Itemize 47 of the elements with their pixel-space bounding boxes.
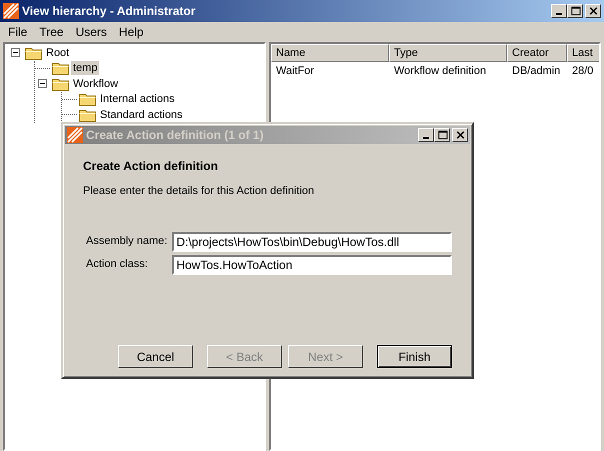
dialog-button[interactable]: Cancel	[118, 345, 193, 368]
field-label: Action class:	[85, 257, 149, 272]
minimize-button[interactable]	[418, 128, 434, 142]
column-header[interactable]: Last	[567, 44, 599, 62]
table-cell-text: 28/0	[571, 64, 594, 80]
dialog-button[interactable]: Finish	[377, 345, 452, 368]
collapse-toggle-icon[interactable]	[38, 79, 47, 88]
text-field[interactable]: HowTos.HowToAction	[172, 254, 452, 274]
collapse-toggle-icon[interactable]	[11, 48, 20, 58]
minimize-button[interactable]	[551, 4, 567, 18]
column-header[interactable]: Creator	[507, 44, 567, 62]
close-button[interactable]	[452, 128, 468, 142]
menu-item[interactable]: Help	[112, 23, 150, 41]
dialog-button: < Back	[207, 345, 282, 368]
column-header[interactable]: Type	[389, 44, 507, 62]
maximize-button[interactable]	[434, 128, 450, 142]
app-logo-icon	[3, 3, 19, 19]
text-field[interactable]: D:\projects\HowTos\bin\Debug\HowTos.dll	[172, 232, 452, 252]
minimize-icon	[423, 137, 429, 139]
folder-icon	[79, 92, 96, 106]
field-label: Assembly name:	[85, 234, 168, 250]
folder-name[interactable]: temp	[71, 61, 100, 76]
folder-icon	[52, 61, 69, 76]
folder-icon	[25, 46, 42, 60]
close-button[interactable]	[585, 4, 601, 18]
dialog-button: Next >	[288, 345, 363, 368]
table-cell-text: DB/admin	[511, 64, 562, 80]
maximize-icon	[568, 5, 582, 17]
menu-item[interactable]: Users	[70, 23, 113, 41]
menu-item[interactable]: File	[2, 23, 34, 41]
dialog-heading: Create Action definition	[83, 158, 219, 175]
maximize-button[interactable]	[567, 4, 583, 18]
table-cell-text: WaitFor	[275, 64, 316, 80]
folder-name[interactable]: Internal actions	[98, 92, 177, 106]
window-title: View hierarchy - Administrator	[22, 3, 196, 20]
menu-item[interactable]: Tree	[33, 23, 70, 41]
folder-name[interactable]: Standard actions	[98, 108, 185, 122]
folder-name[interactable]: Root	[44, 46, 72, 60]
dialog-description: Please enter the details for this Action definition	[83, 184, 316, 199]
folder-icon	[52, 76, 69, 91]
folder-name[interactable]: Workflow	[71, 76, 120, 91]
column-header[interactable]: Name	[271, 44, 389, 62]
table-cell-text: Workflow definition	[393, 64, 488, 80]
app-logo-icon	[67, 127, 83, 143]
folder-icon	[79, 108, 96, 122]
minimize-icon	[556, 13, 562, 15]
maximize-icon	[436, 129, 448, 141]
